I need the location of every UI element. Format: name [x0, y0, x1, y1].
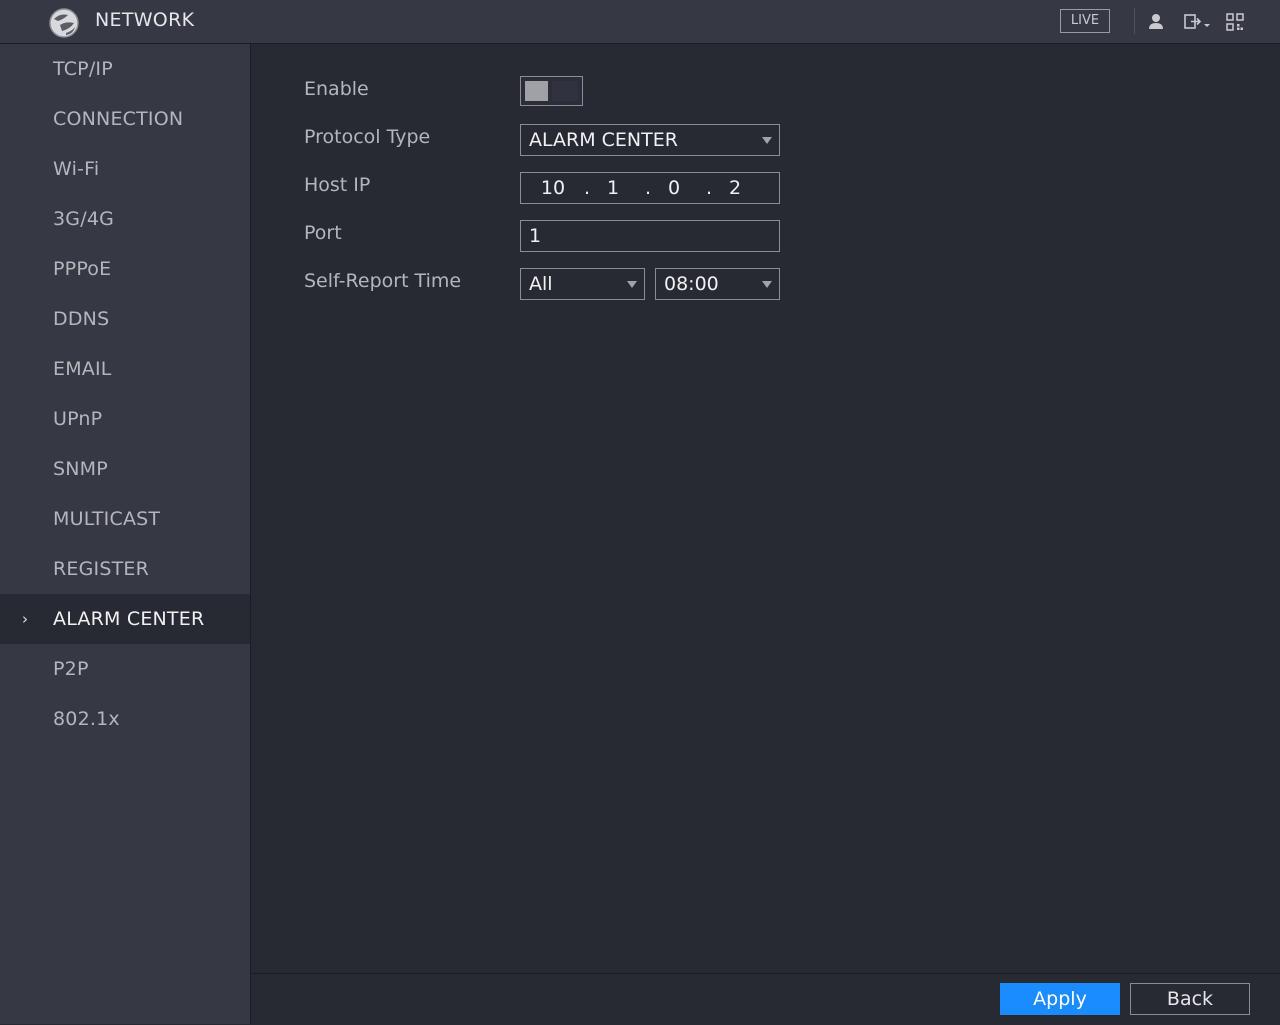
footer-bar: Apply Back [251, 973, 1280, 1025]
sidebar-item-alarm-center[interactable]: › ALARM CENTER [0, 594, 250, 644]
port-input[interactable]: 1 [520, 220, 780, 252]
sidebar-item-label: REGISTER [53, 558, 150, 580]
protocol-type-label: Protocol Type [304, 126, 431, 148]
ip-separator: . [705, 177, 713, 199]
self-report-time-select[interactable]: 08:00 [655, 268, 780, 300]
ip-separator: . [644, 177, 652, 199]
sidebar-item-pppoe[interactable]: PPPoE [0, 244, 250, 294]
sidebar-item-label: EMAIL [53, 358, 112, 380]
user-icon[interactable] [1146, 12, 1166, 32]
sidebar-item-label: ALARM CENTER [53, 608, 205, 630]
ip-octet-2[interactable]: 1 [593, 173, 633, 203]
sidebar-item-label: SNMP [53, 458, 108, 480]
sidebar-item-label: 802.1x [53, 708, 120, 730]
dropdown-arrow-icon [762, 281, 772, 288]
toolbar-divider [1134, 8, 1135, 34]
host-ip-label: Host IP [304, 174, 371, 196]
sidebar-item-upnp[interactable]: UPnP [0, 394, 250, 444]
ip-octet-4[interactable]: 2 [715, 173, 755, 203]
host-ip-input[interactable]: 10 . 1 . 0 . 2 [520, 172, 780, 204]
sidebar-item-label: MULTICAST [53, 508, 161, 530]
apply-button[interactable]: Apply [1000, 983, 1120, 1015]
sidebar-item-3g4g[interactable]: 3G/4G [0, 194, 250, 244]
self-report-time-label: Self-Report Time [304, 270, 462, 292]
sidebar-item-connection[interactable]: CONNECTION [0, 94, 250, 144]
port-value: 1 [529, 225, 542, 247]
chevron-right-icon: › [22, 610, 29, 628]
sidebar-item-wifi[interactable]: Wi-Fi [0, 144, 250, 194]
ip-octet-1[interactable]: 10 [533, 173, 573, 203]
sidebar-item-ddns[interactable]: DDNS [0, 294, 250, 344]
toggle-knob [525, 81, 548, 101]
sidebar-item-register[interactable]: REGISTER [0, 544, 250, 594]
sidebar-item-p2p[interactable]: P2P [0, 644, 250, 694]
self-report-day-value: All [529, 273, 553, 295]
sidebar-item-email[interactable]: EMAIL [0, 344, 250, 394]
protocol-type-select[interactable]: ALARM CENTER [520, 124, 780, 156]
port-label: Port [304, 222, 342, 244]
ip-octet-3[interactable]: 0 [654, 173, 694, 203]
logout-icon[interactable] [1183, 12, 1215, 32]
protocol-type-value: ALARM CENTER [529, 129, 678, 151]
sidebar-item-8021x[interactable]: 802.1x [0, 694, 250, 744]
self-report-time-value: 08:00 [664, 273, 719, 295]
enable-label: Enable [304, 78, 369, 100]
sidebar-item-label: DDNS [53, 308, 110, 330]
sidebar-item-label: CONNECTION [53, 108, 184, 130]
back-button[interactable]: Back [1130, 983, 1250, 1015]
self-report-day-select[interactable]: All [520, 268, 645, 300]
sidebar-item-label: PPPoE [53, 258, 112, 280]
page-title: NETWORK [95, 9, 195, 31]
live-button[interactable]: LIVE [1060, 9, 1110, 33]
main-content: Enable Protocol Type ALARM CENTER Host I… [251, 44, 1280, 973]
sidebar-item-label: 3G/4G [53, 208, 115, 230]
sidebar-item-tcpip[interactable]: TCP/IP [0, 44, 250, 94]
sidebar-item-snmp[interactable]: SNMP [0, 444, 250, 494]
toggle-track [552, 81, 578, 101]
sidebar-item-label: TCP/IP [53, 58, 113, 80]
sidebar: TCP/IP CONNECTION Wi-Fi 3G/4G PPPoE DDNS… [0, 44, 251, 1024]
sidebar-item-multicast[interactable]: MULTICAST [0, 494, 250, 544]
sidebar-item-label: P2P [53, 658, 89, 680]
dropdown-arrow-icon [627, 281, 637, 288]
enable-toggle[interactable] [520, 76, 583, 106]
dropdown-arrow-icon [762, 137, 772, 144]
top-bar: NETWORK LIVE [0, 0, 1280, 44]
globe-logo-icon [49, 8, 79, 38]
sidebar-item-label: Wi-Fi [53, 158, 100, 180]
qr-code-icon[interactable] [1225, 12, 1245, 32]
ip-separator: . [583, 177, 591, 199]
sidebar-item-label: UPnP [53, 408, 103, 430]
